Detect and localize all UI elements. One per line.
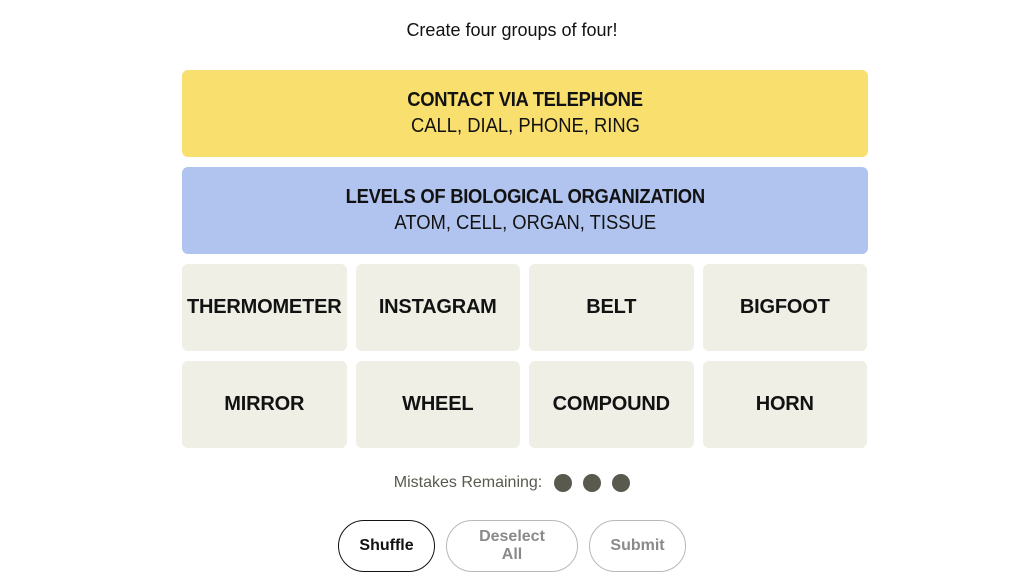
word-grid: THERMOMETER INSTAGRAM BELT BIGFOOT MIRRO… — [182, 264, 868, 448]
solved-group-yellow: CONTACT VIA TELEPHONE CALL, DIAL, PHONE,… — [182, 70, 868, 157]
solved-group-blue: LEVELS OF BIOLOGICAL ORGANIZATION ATOM, … — [182, 167, 868, 254]
instructions-text: Create four groups of four! — [406, 20, 618, 40]
mistake-dot-icon — [612, 474, 631, 492]
word-tile[interactable]: COMPOUND — [529, 361, 694, 448]
mistake-dots — [554, 474, 631, 492]
group-words: CALL, DIAL, PHONE, RING — [410, 115, 640, 137]
game-board: CONTACT VIA TELEPHONE CALL, DIAL, PHONE,… — [182, 70, 868, 448]
mistakes-remaining: Mistakes Remaining: — [0, 474, 1024, 492]
group-words: ATOM, CELL, ORGAN, TISSUE — [394, 212, 656, 234]
word-tile[interactable]: MIRROR — [182, 361, 347, 448]
word-tile[interactable]: WHEEL — [355, 361, 520, 448]
word-tile[interactable]: INSTAGRAM — [355, 264, 520, 351]
mistake-dot-icon — [554, 474, 573, 492]
word-tile[interactable]: THERMOMETER — [182, 264, 347, 351]
deselect-all-button[interactable]: Deselect All — [446, 520, 578, 572]
word-tile[interactable]: BIGFOOT — [702, 264, 867, 351]
word-tile[interactable]: BELT — [529, 264, 694, 351]
group-category: CONTACT VIA TELEPHONE — [407, 89, 643, 111]
mistake-dot-icon — [583, 474, 602, 492]
action-buttons: Shuffle Deselect All Submit — [0, 520, 1024, 572]
mistakes-label: Mistakes Remaining: — [393, 474, 543, 491]
group-category: LEVELS OF BIOLOGICAL ORGANIZATION — [345, 186, 705, 208]
word-tile[interactable]: HORN — [702, 361, 867, 448]
submit-button[interactable]: Submit — [589, 520, 686, 572]
shuffle-button[interactable]: Shuffle — [338, 520, 435, 572]
